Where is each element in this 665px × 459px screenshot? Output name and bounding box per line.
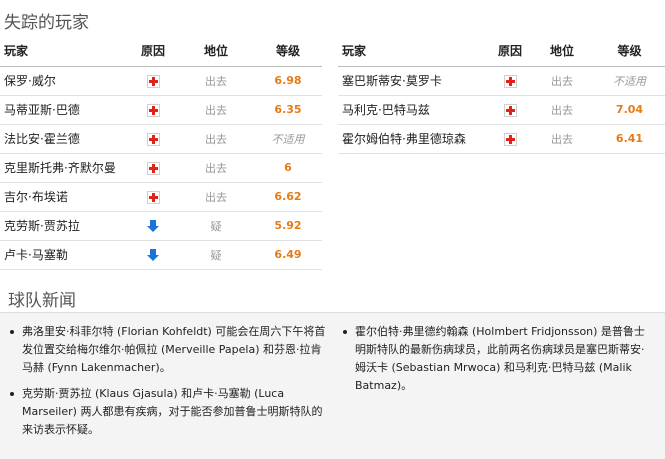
table-row: 保罗·威尔 出去 6.98 [0,66,322,96]
header-player[interactable]: 玩家 [0,36,128,67]
team-news-section: 球队新闻 弗洛里安·科菲尔特 (Florian Kohfeldt) 可能会在周六… [0,282,665,459]
rating-value: 不适用 [254,124,322,154]
doubt-arrow-icon [147,248,159,261]
header-reason[interactable]: 原因 [490,36,530,67]
news-item: 克劳斯·贾苏拉 (Klaus Gjasula) 和卢卡·马塞勒 (Luca Ma… [10,385,328,439]
missing-players-title: 失踪的玩家 [4,13,89,33]
table-row: 法比安·霍兰德 出去 不适用 [0,124,322,154]
missing-players-tables: 玩家 原因 地位 等级 保罗·威尔 出去 6.98 马蒂亚斯·巴德 出去 6.35 法比安·… [0,36,665,280]
team-news-body: 弗洛里安·科菲尔特 (Florian Kohfeldt) 可能会在周六下午将首发… [0,312,665,459]
injury-icon [146,103,160,117]
team-news-column-right: 霍尔伯特·弗里德约翰森 (Holmbert Fridjonsson) 是普鲁士明… [343,323,655,403]
rating-value: 6.62 [254,182,322,212]
reason-cell [128,182,178,212]
reason-cell [128,240,178,270]
table-row: 马蒂亚斯·巴德 出去 6.35 [0,95,322,125]
injury-icon [146,132,160,146]
player-name[interactable]: 克里斯托弗·齐默尔曼 [0,153,128,183]
player-name[interactable]: 保罗·威尔 [0,66,128,96]
reason-cell [128,66,178,96]
player-name[interactable]: 克劳斯·贾苏拉 [0,211,128,241]
status-text: 出去 [530,124,594,154]
table-row: 克里斯托弗·齐默尔曼 出去 6 [0,153,322,183]
injury-icon [146,74,160,88]
reason-cell [490,124,530,154]
header-rating[interactable]: 等级 [254,36,322,67]
team-news-column-left: 弗洛里安·科菲尔特 (Florian Kohfeldt) 可能会在周六下午将首发… [10,323,328,447]
table-row: 卢卡·马塞勒 疑 6.49 [0,240,322,270]
news-item: 霍尔伯特·弗里德约翰森 (Holmbert Fridjonsson) 是普鲁士明… [343,323,655,395]
status-text: 出去 [178,153,254,183]
injury-icon [503,74,517,88]
header-reason[interactable]: 原因 [128,36,178,67]
table-row: 吉尔·布埃诺 出去 6.62 [0,182,322,212]
missing-players-table-left: 玩家 原因 地位 等级 保罗·威尔 出去 6.98 马蒂亚斯·巴德 出去 6.35 法比安·… [0,36,322,270]
reason-cell [490,66,530,96]
status-text: 出去 [178,66,254,96]
table-header-row: 玩家 原因 地位 等级 [0,36,322,67]
status-text: 出去 [178,124,254,154]
player-name[interactable]: 马蒂亚斯·巴德 [0,95,128,125]
rating-value: 6 [254,153,322,183]
table-row: 克劳斯·贾苏拉 疑 5.92 [0,211,322,241]
header-status[interactable]: 地位 [530,36,594,67]
status-text: 出去 [178,95,254,125]
header-status[interactable]: 地位 [178,36,254,67]
injury-icon [503,103,517,117]
injury-icon [146,190,160,204]
player-name[interactable]: 马利克·巴特马兹 [338,95,490,125]
missing-players-table-right: 玩家 原因 地位 等级 塞巴斯蒂安·莫罗卡 出去 不适用 马利克·巴特马兹 出去 7.04… [338,36,665,154]
rating-value: 6.98 [254,66,322,96]
player-name[interactable]: 吉尔·布埃诺 [0,182,128,212]
injury-icon [503,132,517,146]
doubt-arrow-icon [147,219,159,232]
status-text: 出去 [530,95,594,125]
header-player[interactable]: 玩家 [338,36,490,67]
status-text: 疑 [178,240,254,270]
table-row: 塞巴斯蒂安·莫罗卡 出去 不适用 [338,66,665,96]
reason-cell [128,124,178,154]
player-name[interactable]: 塞巴斯蒂安·莫罗卡 [338,66,490,96]
player-name[interactable]: 卢卡·马塞勒 [0,240,128,270]
player-name[interactable]: 霍尔姆伯特·弗里德琼森 [338,124,490,154]
status-text: 出去 [530,66,594,96]
reason-cell [128,95,178,125]
reason-cell [128,211,178,241]
table-header-row: 玩家 原因 地位 等级 [338,36,665,67]
injury-icon [146,161,160,175]
status-text: 疑 [178,211,254,241]
reason-cell [490,95,530,125]
rating-value: 不适用 [594,66,665,96]
rating-value: 5.92 [254,211,322,241]
player-name[interactable]: 法比安·霍兰德 [0,124,128,154]
news-item: 弗洛里安·科菲尔特 (Florian Kohfeldt) 可能会在周六下午将首发… [10,323,328,377]
rating-value: 6.41 [594,124,665,154]
status-text: 出去 [178,182,254,212]
table-row: 马利克·巴特马兹 出去 7.04 [338,95,665,125]
rating-value: 6.49 [254,240,322,270]
rating-value: 7.04 [594,95,665,125]
table-row: 霍尔姆伯特·弗里德琼森 出去 6.41 [338,124,665,154]
reason-cell [128,153,178,183]
rating-value: 6.35 [254,95,322,125]
team-news-title: 球队新闻 [8,291,76,311]
header-rating[interactable]: 等级 [594,36,665,67]
